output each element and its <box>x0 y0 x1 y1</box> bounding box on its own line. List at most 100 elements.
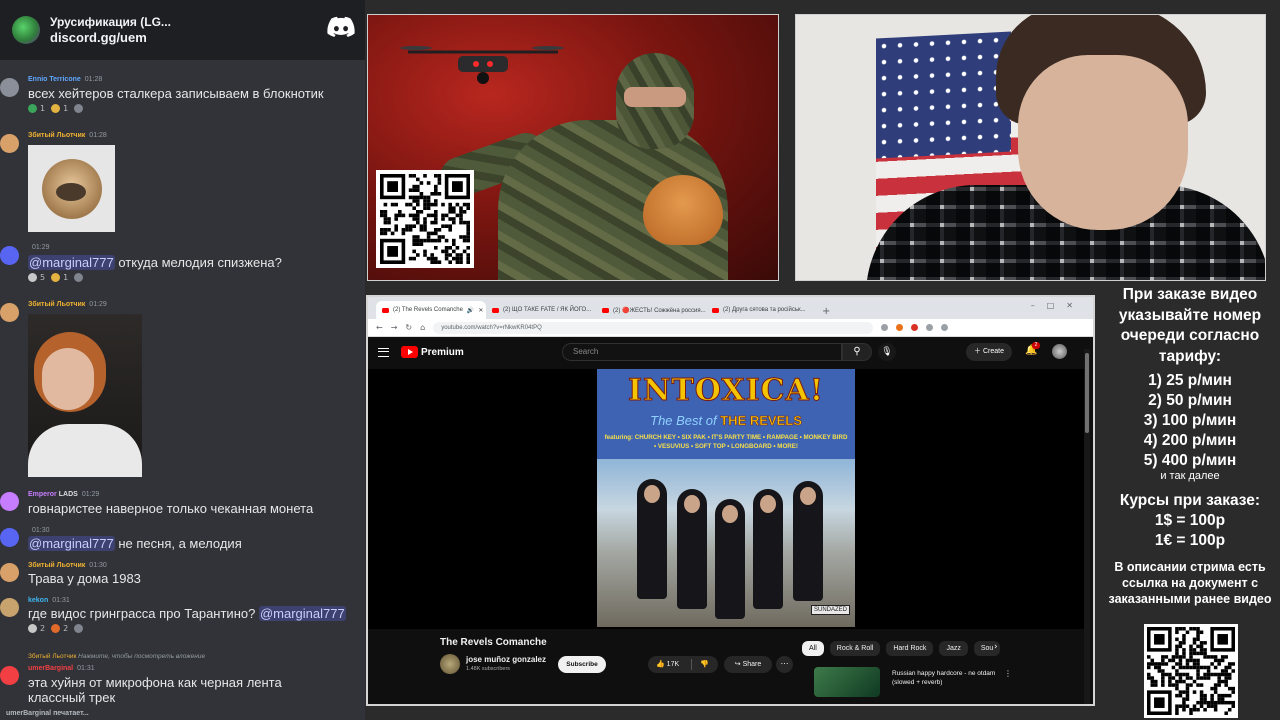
search-input[interactable]: Search <box>562 343 842 361</box>
address-bar-row: ← → ↻ ⌂ youtube.com/watch?v=rNkwKR04tPQ <box>368 319 1093 337</box>
server-title: Урусификация (LG... <box>50 15 171 29</box>
chevron-right-icon[interactable]: › <box>994 642 998 652</box>
user-avatar[interactable] <box>0 528 19 547</box>
browser-tab[interactable]: (2) The Revels Comanche 🔊 ✕ <box>376 301 486 319</box>
reaction[interactable]: 1 <box>28 104 45 113</box>
reaction[interactable]: 5 <box>28 273 45 282</box>
add-reaction-icon[interactable] <box>74 624 84 633</box>
recommended-more-icon[interactable]: ⋮ <box>1004 669 1012 678</box>
typing-indicator: umerBarginal печатает... <box>6 710 89 717</box>
reaction[interactable]: 1 <box>51 273 68 282</box>
username[interactable]: kekon 01:31 <box>28 597 70 604</box>
timestamp: 01:28 <box>89 132 107 139</box>
window-controls[interactable]: –□✕ <box>1031 301 1085 310</box>
youtube-favicon-icon <box>492 307 499 313</box>
like-button[interactable]: 👍 17K 👎 <box>648 656 718 673</box>
forward-icon[interactable]: → <box>391 323 398 332</box>
user-avatar[interactable] <box>0 492 19 511</box>
profile-icon[interactable] <box>941 324 949 331</box>
share-button[interactable]: ↪ Share <box>724 656 772 673</box>
back-icon[interactable]: ← <box>376 323 383 332</box>
extension-icon[interactable] <box>911 324 919 331</box>
page-scrollbar[interactable] <box>1084 349 1090 704</box>
username[interactable]: Збитый Льотчик 01:30 <box>28 562 107 569</box>
reply-preview[interactable]: Збитый Льотчик Нажмите, чтобы посмотреть… <box>28 653 205 660</box>
channel-avatar[interactable] <box>440 654 460 674</box>
video-player[interactable]: INTOXICA! The Best of THE REVELS featuri… <box>368 369 1084 629</box>
home-icon[interactable]: ⌂ <box>420 323 425 332</box>
subscribe-button[interactable]: Subscribe <box>558 656 606 673</box>
username[interactable]: 01:30 <box>28 527 50 534</box>
reaction-count: 5 <box>40 273 46 282</box>
recommended-title[interactable]: Russian happy hardcore - ne otdam (slowe… <box>892 669 1002 687</box>
more-actions-icon[interactable]: ⋯ <box>776 656 793 673</box>
reaction[interactable]: 2 <box>28 624 45 633</box>
chat-header: Урусификация (LG... discord.gg/uem <box>0 0 365 60</box>
chip-all[interactable]: All <box>802 641 824 656</box>
timestamp: 01:29 <box>32 244 50 251</box>
reaction[interactable]: 2 <box>51 624 68 633</box>
reload-icon[interactable]: ↻ <box>405 323 412 332</box>
subscriber-count: 1.48K subscribers <box>466 666 511 672</box>
recommended-thumbnail[interactable] <box>814 667 880 697</box>
username[interactable]: Ennio Terricone 01:28 <box>28 76 102 83</box>
chip-jazz[interactable]: Jazz <box>939 641 968 656</box>
streamer-photo-image[interactable] <box>28 314 142 477</box>
share-label: Share <box>742 661 762 668</box>
youtube-logo-icon[interactable] <box>401 346 418 358</box>
server-icon <box>12 16 40 44</box>
search-icon[interactable]: ⚲ <box>842 343 872 361</box>
extension-icon[interactable] <box>881 324 889 331</box>
username[interactable]: Emperor LADS 01:29 <box>28 491 99 498</box>
reaction[interactable]: 1 <box>51 104 68 113</box>
youtube-favicon-icon <box>712 307 719 313</box>
username[interactable]: Збитый Льотчик 01:28 <box>28 132 107 139</box>
browser-tab[interactable]: (2) ЩО ТАКЕ FATE / ЯК ЙОГО... <box>486 301 596 319</box>
url-input[interactable]: youtube.com/watch?v=rNkwKR04tPQ <box>433 321 874 334</box>
emoji-icon <box>51 624 61 633</box>
user-avatar[interactable] <box>0 246 19 265</box>
microphone-icon[interactable]: 🎙 <box>878 343 896 361</box>
channel-name[interactable]: jose muñoz gonzalez <box>466 655 546 664</box>
create-button[interactable]: ＋ Create <box>966 343 1012 361</box>
extension-icon[interactable] <box>926 324 934 331</box>
rate-item: 1€ = 100р <box>1154 532 1226 549</box>
reply-text: Нажмите, чтобы посмотреть вложение <box>78 653 206 660</box>
pug-sticker-image[interactable] <box>28 145 115 232</box>
server-invite-link[interactable]: discord.gg/uem <box>50 30 171 45</box>
chip-hard-rock[interactable]: Hard Rock <box>886 641 934 656</box>
new-tab-button[interactable]: + <box>816 306 836 319</box>
browser-tab[interactable]: (2) 🔴ЖЕСТЬ! Сожжёна россия... <box>596 301 706 319</box>
chip-rock-and-roll[interactable]: Rock & Roll <box>829 641 881 656</box>
username[interactable]: Збитый Льотчик 01:29 <box>28 301 107 308</box>
account-avatar[interactable] <box>1052 344 1067 359</box>
user-avatar[interactable] <box>0 598 19 617</box>
band-photo <box>597 459 855 627</box>
menu-icon[interactable] <box>378 347 389 357</box>
user-avatar[interactable] <box>0 563 19 582</box>
scrollbar-thumb[interactable] <box>1085 353 1089 433</box>
user-mention[interactable]: @marginal777 <box>28 536 115 551</box>
username[interactable]: umerBarginal 01:31 <box>28 665 95 672</box>
dislike-icon[interactable]: 👎 <box>700 656 709 673</box>
add-reaction-icon[interactable] <box>74 104 84 113</box>
user-mention[interactable]: @marginal777 <box>28 255 115 270</box>
emoji-icon <box>28 273 37 282</box>
reaction-count: 1 <box>63 104 69 113</box>
user-avatar[interactable] <box>0 134 19 153</box>
add-reaction-icon[interactable] <box>74 273 84 282</box>
close-icon[interactable]: ✕ <box>478 307 483 314</box>
timestamp: 01:31 <box>77 665 95 672</box>
reply-username: Збитый Льотчик <box>28 653 77 660</box>
youtube-premium-logo[interactable]: Premium <box>421 347 464 358</box>
create-label: Create <box>982 348 1004 355</box>
user-avatar[interactable] <box>0 78 19 97</box>
username-text: Збитый Льотчик <box>28 132 86 139</box>
username[interactable]: 01:29 <box>28 244 50 251</box>
extension-icon[interactable] <box>896 324 904 331</box>
browser-tab[interactable]: (2) Друга сятова та російськ... <box>706 301 816 319</box>
user-avatar[interactable] <box>0 666 19 685</box>
like-count: 17K <box>666 661 680 668</box>
user-avatar[interactable] <box>0 303 19 322</box>
user-mention[interactable]: @marginal777 <box>258 606 346 621</box>
